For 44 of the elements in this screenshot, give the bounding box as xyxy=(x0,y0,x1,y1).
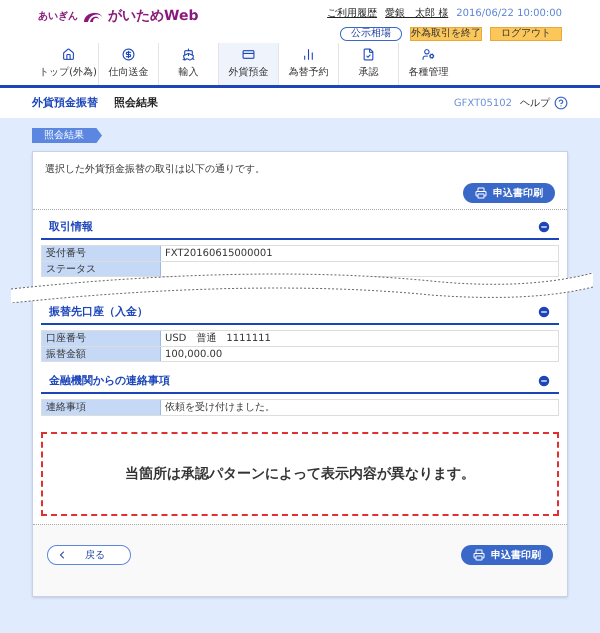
coin-icon xyxy=(122,48,135,61)
header-button[interactable]: ログアウト xyxy=(490,27,562,41)
row-value: FXT20160615000001 xyxy=(164,247,274,261)
user-name-link[interactable]: 愛銀 太郎 様 xyxy=(385,6,448,21)
collapse-icon[interactable] xyxy=(537,374,551,388)
user-gear-icon xyxy=(422,48,435,61)
history-link[interactable]: ご利用履歴 xyxy=(327,6,378,21)
help-link[interactable]: ヘルプ xyxy=(520,96,568,110)
row-label: ステータス xyxy=(42,262,161,276)
section-title: 金融機関からの連絡事項 xyxy=(49,372,170,389)
row-label: 口座番号 xyxy=(42,331,161,346)
print-button[interactable]: 申込書印刷 xyxy=(461,545,553,565)
row-value: USD 普通 1111111 xyxy=(164,332,272,346)
datetime-text: 2016/06/22 10:00:00 xyxy=(456,7,562,21)
file-check-icon xyxy=(362,48,375,61)
row-value: 依頼を受け付けました。 xyxy=(164,400,276,415)
page-title: 外貨預金振替 xyxy=(32,94,98,111)
help-icon xyxy=(554,96,568,110)
header-button[interactable]: 外為取引を終了 xyxy=(410,27,482,41)
card-icon xyxy=(242,48,255,61)
intro-text: 選択した外貨預金振替の取引は以下の通りです。 xyxy=(45,162,266,177)
ship-icon xyxy=(182,48,195,61)
home-icon xyxy=(62,48,74,61)
row-label: 振替金額 xyxy=(42,347,161,361)
breadcrumb-step: 照会結果 xyxy=(32,128,102,143)
chart-icon xyxy=(302,48,315,61)
back-button[interactable]: 戻る xyxy=(47,545,131,565)
row-value: 100,000.00 xyxy=(164,348,224,361)
row-label: 受付番号 xyxy=(42,246,161,261)
collapse-icon[interactable] xyxy=(537,305,551,319)
nav-tab[interactable]: 外貨預金 xyxy=(218,43,278,85)
screen-id-text: GFXT05102 xyxy=(454,96,512,110)
print-button[interactable]: 申込書印刷 xyxy=(463,183,555,203)
printer-icon xyxy=(473,549,485,561)
row-label: 連絡事項 xyxy=(42,400,161,415)
section-title: 取引情報 xyxy=(49,218,93,235)
page-subtitle: 照会結果 xyxy=(114,94,158,111)
section-title: 振替先口座（入金） xyxy=(49,304,148,320)
logo-text: がいためWeb xyxy=(108,7,198,26)
collapse-icon[interactable] xyxy=(537,220,551,234)
notice-text: 当箇所は承認パターンによって表示内容が異なります。 xyxy=(125,464,475,484)
header-button[interactable]: 公示相場 xyxy=(340,27,402,41)
printer-icon xyxy=(475,187,487,199)
logo-small-text: あいぎん xyxy=(38,10,78,24)
